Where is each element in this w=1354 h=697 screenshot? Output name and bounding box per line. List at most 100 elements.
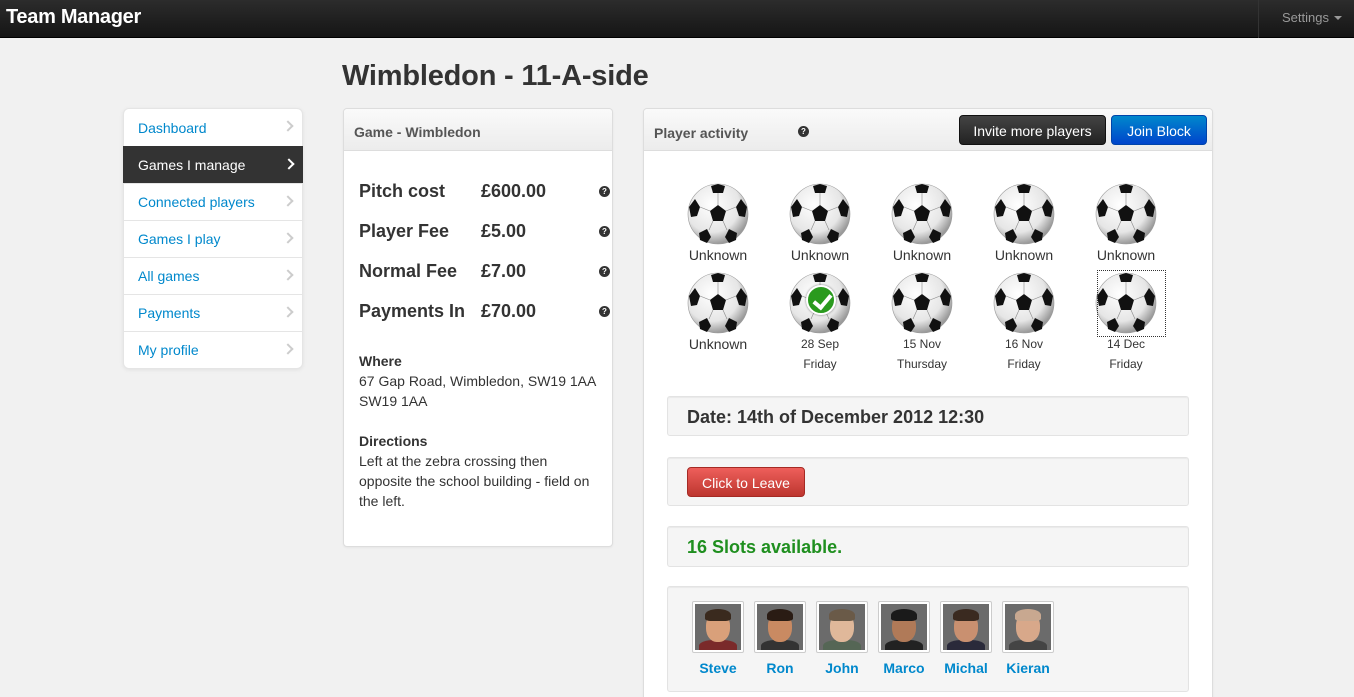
help-icon[interactable]: ? <box>798 126 809 137</box>
sidebar-item-payments[interactable]: Payments <box>124 294 302 331</box>
game-date-slot[interactable]: Unknown <box>1076 183 1176 263</box>
settings-dropdown[interactable]: Settings <box>1282 10 1342 25</box>
help-icon[interactable]: ? <box>599 226 610 237</box>
chevron-right-icon <box>282 120 294 132</box>
brand-logo[interactable]: Team Manager <box>6 6 141 29</box>
top-navbar: Team Manager Settings <box>0 0 1354 38</box>
where-block: Where 67 Gap Road, Wimbledon, SW19 1AA S… <box>359 351 604 411</box>
sidebar-item-games-i-manage[interactable]: Games I manage <box>123 146 303 183</box>
game-date-slot[interactable]: 28 Sep Friday <box>770 272 870 374</box>
player-card[interactable]: Ron <box>754 601 806 676</box>
sidebar-item-connected-players[interactable]: Connected players <box>124 183 302 220</box>
fee-label: Player Fee <box>359 221 450 241</box>
player-card[interactable]: Marco <box>878 601 930 676</box>
chevron-right-icon <box>282 195 294 207</box>
chevron-right-icon <box>282 343 294 355</box>
football-icon <box>891 183 953 245</box>
chevron-right-icon <box>283 158 295 170</box>
selected-date-outline <box>1097 270 1166 337</box>
game-date-slot[interactable]: Unknown <box>668 272 768 352</box>
player-name[interactable]: Steve <box>692 660 744 676</box>
player-card[interactable]: John <box>816 601 868 676</box>
sidebar-item-label: My profile <box>138 342 199 358</box>
sidebar-nav: Dashboard Games I manage Connected playe… <box>123 108 303 369</box>
game-date-slot[interactable]: Unknown <box>872 183 972 263</box>
join-block-button[interactable]: Join Block <box>1111 115 1207 145</box>
fee-value: £5.00 <box>481 221 527 241</box>
fee-label: Normal Fee <box>359 261 458 281</box>
game-date-slot[interactable]: 16 Nov Friday <box>974 272 1074 374</box>
avatar <box>1002 601 1054 653</box>
slot-day: Friday <box>803 357 837 371</box>
slot-label: Unknown <box>892 247 952 263</box>
panel-header: Game - Wimbledon <box>344 109 612 151</box>
where-postcode: SW19 1AA <box>359 393 428 409</box>
leave-well: Click to Leave <box>667 457 1189 506</box>
slots-available-text: 16 Slots available. <box>687 537 843 557</box>
sidebar-item-label: Games I manage <box>138 157 246 173</box>
checkmark-icon <box>806 285 836 315</box>
player-name[interactable]: John <box>816 660 868 676</box>
navbar-divider <box>1258 0 1259 38</box>
game-date-slot[interactable]: Unknown <box>974 183 1074 263</box>
slot-day: Thursday <box>896 357 948 371</box>
football-icon <box>891 272 953 334</box>
slot-label: 15 Nov <box>902 337 942 351</box>
sidebar-item-label: All games <box>138 268 200 284</box>
football-icon <box>993 183 1055 245</box>
sidebar-item-my-profile[interactable]: My profile <box>124 331 302 368</box>
player-name[interactable]: Kieran <box>1002 660 1054 676</box>
fee-row-normal-fee: Normal Fee £7.00 ? <box>359 261 610 285</box>
player-card[interactable]: Kieran <box>1002 601 1054 676</box>
slot-label: 14 Dec <box>1106 337 1146 351</box>
slot-label: Unknown <box>1096 247 1156 263</box>
fee-row-payments-in: Payments In £70.00 ? <box>359 301 610 325</box>
panel-title: Player activity <box>654 125 749 141</box>
slot-label: Unknown <box>688 247 748 263</box>
help-icon[interactable]: ? <box>599 186 610 197</box>
caret-down-icon <box>1333 15 1342 20</box>
where-address: 67 Gap Road, Wimbledon, SW19 1AA <box>359 373 597 389</box>
avatar <box>940 601 992 653</box>
sidebar-item-label: Payments <box>138 305 201 321</box>
chevron-right-icon <box>282 232 294 244</box>
fee-label: Payments In <box>359 301 466 321</box>
invite-more-players-button[interactable]: Invite more players <box>959 115 1106 145</box>
sidebar-item-label: Connected players <box>138 194 255 210</box>
chevron-right-icon <box>282 269 294 281</box>
slot-label: Unknown <box>994 247 1054 263</box>
football-icon <box>789 183 851 245</box>
sidebar-item-dashboard[interactable]: Dashboard <box>124 109 302 146</box>
avatar <box>754 601 806 653</box>
help-icon[interactable]: ? <box>599 306 610 317</box>
help-icon[interactable]: ? <box>599 266 610 277</box>
slot-day: Friday <box>1007 357 1041 371</box>
fee-value: £600.00 <box>481 181 547 201</box>
sidebar-item-all-games[interactable]: All games <box>124 257 302 294</box>
slot-label: Unknown <box>688 336 748 352</box>
fee-row-pitch-cost: Pitch cost £600.00 ? <box>359 181 610 205</box>
directions-text: Left at the zebra crossing then opposite… <box>359 453 590 509</box>
slot-label: 16 Nov <box>1004 337 1044 351</box>
fee-value: £7.00 <box>481 261 527 281</box>
game-date-slot[interactable]: 15 Nov Thursday <box>872 272 972 374</box>
player-name[interactable]: Marco <box>878 660 930 676</box>
player-card[interactable]: Steve <box>692 601 744 676</box>
player-card[interactable]: Michal <box>940 601 992 676</box>
page-title: Wimbledon - 11-A-side <box>342 60 649 92</box>
slot-day: Friday <box>1109 357 1143 371</box>
player-name[interactable]: Michal <box>940 660 992 676</box>
players-well: Steve Ron John Marco Michal Kieran <box>667 586 1189 692</box>
leave-button[interactable]: Click to Leave <box>687 467 805 497</box>
football-icon <box>993 272 1055 334</box>
player-name[interactable]: Ron <box>754 660 806 676</box>
game-details-panel: Game - Wimbledon Pitch cost £600.00 ? Pl… <box>343 108 613 547</box>
directions-heading: Directions <box>359 433 428 449</box>
sidebar-item-label: Games I play <box>138 231 221 247</box>
sidebar-item-games-i-play[interactable]: Games I play <box>124 220 302 257</box>
football-icon <box>789 272 851 334</box>
game-date-slot[interactable]: Unknown <box>668 183 768 263</box>
slot-label: Unknown <box>790 247 850 263</box>
avatar <box>692 601 744 653</box>
game-date-slot[interactable]: Unknown <box>770 183 870 263</box>
